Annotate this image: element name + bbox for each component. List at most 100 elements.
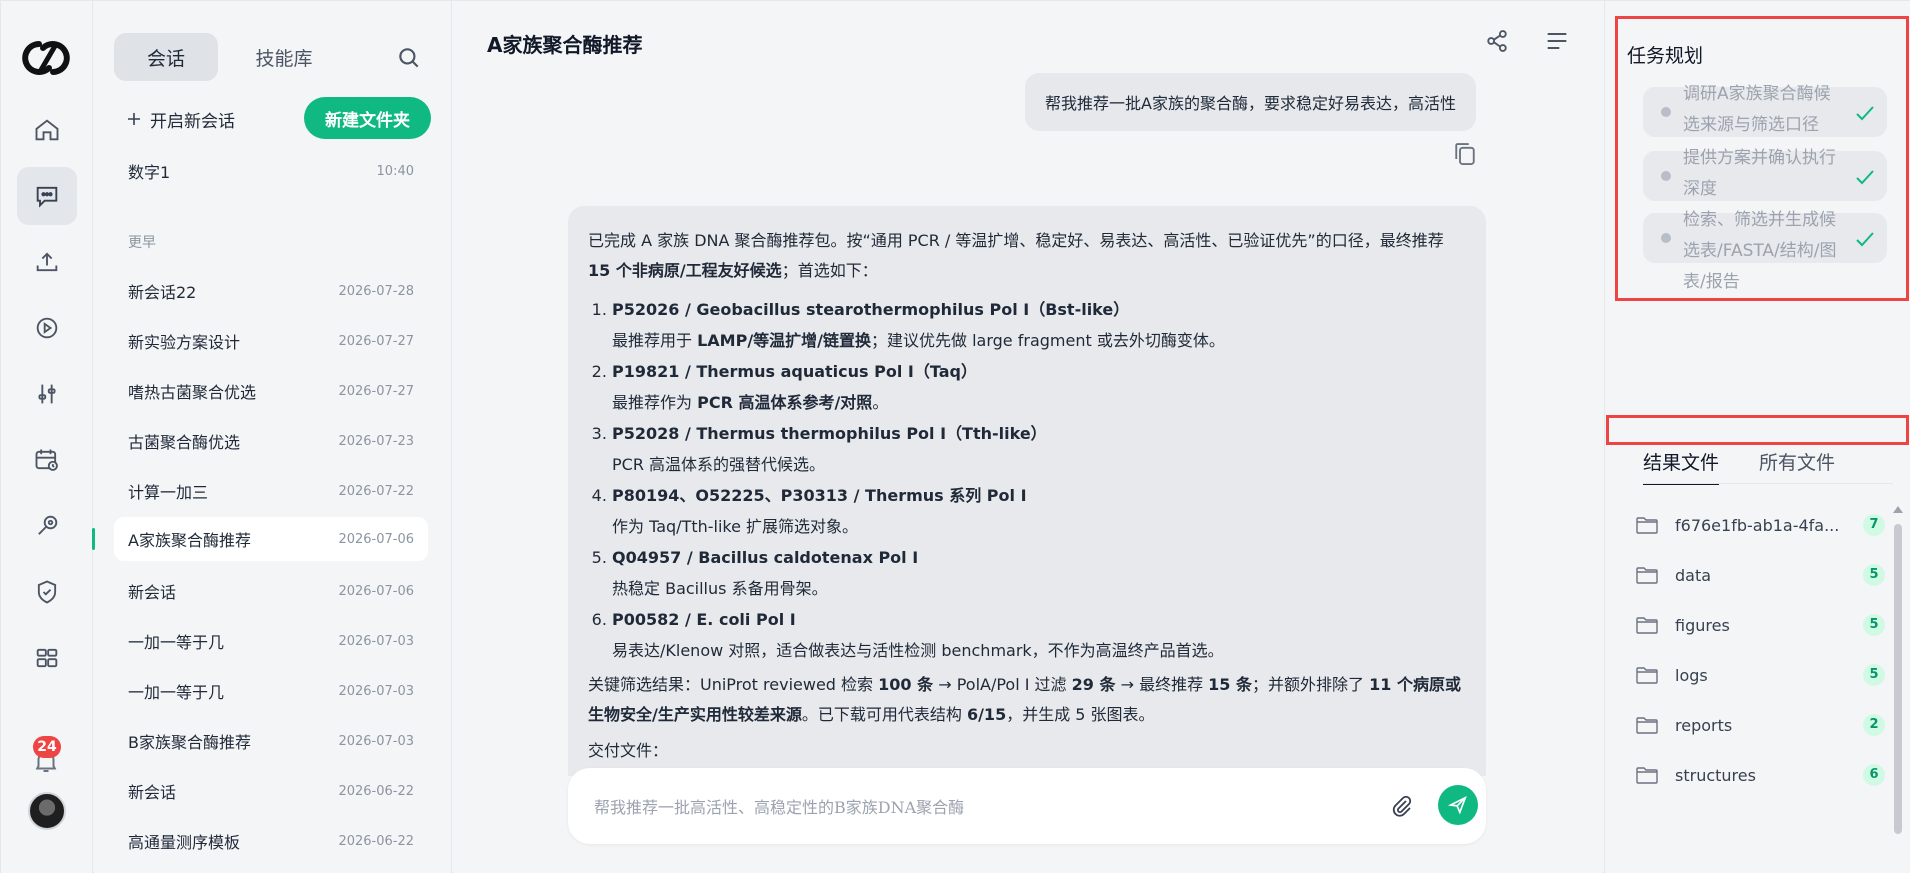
- conversation-sidebar: 会话 技能库 开启新会话 新建文件夹 数字1 10:40 更早 新会话22 202…: [94, 1, 452, 873]
- recommendation-item: P52028 / Thermus thermophilus Pol I（Tth-…: [612, 418, 1466, 480]
- conversation-title: 嗜热古菌聚合优选: [128, 383, 257, 402]
- tab-chat[interactable]: 会话: [114, 33, 218, 81]
- folder-icon: [1636, 767, 1658, 784]
- folder-name: figures: [1675, 615, 1730, 635]
- plus-icon: [128, 113, 140, 125]
- new-chat-label: 开启新会话: [150, 111, 235, 132]
- tab-skills[interactable]: 技能库: [224, 33, 344, 81]
- share-icon[interactable]: [1483, 27, 1511, 55]
- avatar[interactable]: [28, 792, 66, 830]
- highlight-box-tabs: [1606, 415, 1909, 445]
- grid-icon[interactable]: [17, 629, 77, 687]
- highlight-box-task-plan: [1615, 16, 1909, 301]
- chat-main: A家族聚合酶推荐 帮我推荐一批A家族的聚合酶，要求稳定好易表达，高活性 已完成 …: [453, 1, 1603, 873]
- conversation-date: 2026-07-27: [338, 383, 414, 399]
- conversation-item[interactable]: 古菌聚合酶优选 2026-07-23: [114, 419, 428, 463]
- filter-summary: 关键筛选结果：UniProt reviewed 检索 100 条 → PolA/…: [588, 675, 1461, 724]
- recommendation-item: P00582 / E. coli Pol I易表达/Klenow 对照，适合做表…: [612, 604, 1466, 666]
- folder-count: 6: [1863, 764, 1885, 786]
- search-icon[interactable]: [396, 45, 422, 71]
- conversation-title: A家族聚合酶推荐: [128, 531, 251, 550]
- folder-count: 2: [1863, 714, 1885, 736]
- folder-icon: [1636, 667, 1658, 684]
- conversation-title: 新会话: [128, 583, 177, 602]
- conversation-item[interactable]: 一加一等于几 2026-07-03: [114, 619, 428, 663]
- deliverables-label: 交付文件：: [588, 741, 669, 760]
- calendar-clock-icon[interactable]: [17, 431, 77, 489]
- input-placeholder: 帮我推荐一批高活性、高稳定性的B家族DNA聚合酶: [594, 798, 965, 817]
- play-circle-icon[interactable]: [17, 299, 77, 357]
- conversation-time: 10:40: [376, 163, 414, 179]
- conversation-date: 2026-07-03: [338, 683, 414, 699]
- recommendation-item: Q04957 / Bacillus caldotenax Pol I热稳定 Ba…: [612, 542, 1466, 604]
- folder-name: reports: [1675, 715, 1733, 735]
- folder-icon: [1636, 617, 1658, 634]
- recommendation-item: P52026 / Geobacillus stearothermophilus …: [612, 294, 1466, 356]
- conversation-title: 新实验方案设计: [128, 333, 241, 352]
- assistant-message: 已完成 A 家族 DNA 聚合酶推荐包。按“通用 PCR / 等温扩增、稳定好、…: [568, 206, 1486, 776]
- attach-icon[interactable]: [1390, 794, 1414, 818]
- folder-count: 5: [1863, 664, 1885, 686]
- conversation-title: 一加一等于几: [128, 683, 225, 702]
- conversation-date: 2026-07-28: [338, 283, 414, 299]
- conversation-item[interactable]: 新实验方案设计 2026-07-27: [114, 319, 428, 363]
- folder-item[interactable]: structures 6: [1635, 759, 1885, 791]
- conversation-date: 2026-06-22: [338, 833, 414, 849]
- conversation-date: 2026-07-03: [338, 733, 414, 749]
- new-chat-button[interactable]: 开启新会话: [126, 106, 235, 132]
- upload-icon[interactable]: [17, 233, 77, 291]
- folder-count: 7: [1863, 514, 1885, 536]
- conversation-item[interactable]: 嗜热古菌聚合优选 2026-07-27: [114, 369, 428, 413]
- notification-bell[interactable]: 24: [29, 736, 65, 776]
- folder-item[interactable]: logs 5: [1635, 659, 1885, 691]
- conversation-item[interactable]: 新会话 2026-06-22: [114, 769, 428, 813]
- conversation-date: 2026-07-06: [338, 531, 414, 547]
- recommendation-item: P80194、O52225、P30313 / Thermus 系列 Pol I作…: [612, 480, 1466, 542]
- active-conversation-indicator: [92, 528, 95, 550]
- tab-all-files[interactable]: 所有文件: [1759, 448, 1835, 485]
- home-icon[interactable]: [17, 101, 77, 159]
- conversation-item-pinned[interactable]: 数字1 10:40: [114, 149, 428, 193]
- conversation-title: 古菌聚合酶优选: [128, 433, 241, 452]
- shield-check-icon[interactable]: [17, 563, 77, 621]
- sliders-icon[interactable]: [17, 365, 77, 423]
- scroll-up-arrow[interactable]: [1893, 506, 1903, 513]
- folder-item[interactable]: data 5: [1635, 559, 1885, 591]
- message-input[interactable]: 帮我推荐一批高活性、高稳定性的B家族DNA聚合酶: [568, 768, 1486, 844]
- section-earlier-label: 更早: [128, 235, 156, 251]
- stethoscope-icon[interactable]: [17, 497, 77, 555]
- conversation-item[interactable]: 一加一等于几 2026-07-03: [114, 669, 428, 713]
- app-logo-icon[interactable]: [19, 36, 75, 80]
- tabs-divider: [1643, 483, 1893, 484]
- conversation-title: B家族聚合酶推荐: [128, 733, 251, 752]
- icon-rail: 24: [1, 1, 93, 873]
- conversation-item[interactable]: 新会话22 2026-07-28: [114, 269, 428, 313]
- scroll-thumb[interactable]: [1894, 524, 1902, 834]
- folder-item[interactable]: reports 2: [1635, 709, 1885, 741]
- folder-item[interactable]: f676e1fb-ab1a-4fa... 7: [1635, 509, 1885, 541]
- list-menu-icon[interactable]: [1543, 27, 1571, 55]
- answer-intro: 已完成 A 家族 DNA 聚合酶推荐包。按“通用 PCR / 等温扩增、稳定好、…: [588, 231, 1444, 280]
- right-panel: 任务规划 调研A家族聚合酶候选来源与筛选口径 提供方案并确认执行深度 检索、筛选…: [1604, 1, 1910, 873]
- chat-icon[interactable]: [17, 167, 77, 225]
- folder-item[interactable]: figures 5: [1635, 609, 1885, 641]
- conversation-item[interactable]: 新会话 2026-07-06: [114, 569, 428, 613]
- conversation-item[interactable]: B家族聚合酶推荐 2026-07-03: [114, 719, 428, 763]
- conversation-item-active[interactable]: A家族聚合酶推荐 2026-07-06: [114, 517, 428, 561]
- file-list-scrollbar[interactable]: [1890, 506, 1904, 836]
- conversation-date: 2026-07-03: [338, 633, 414, 649]
- conversation-item[interactable]: 高通量测序模板 2026-06-22: [114, 819, 428, 863]
- folder-icon: [1636, 567, 1658, 584]
- folder-count: 5: [1863, 564, 1885, 586]
- send-icon: [1447, 795, 1467, 815]
- send-button[interactable]: [1438, 785, 1478, 825]
- notification-badge: 24: [33, 736, 61, 758]
- recommendation-list: P52026 / Geobacillus stearothermophilus …: [612, 294, 1466, 666]
- copy-icon[interactable]: [1450, 139, 1480, 169]
- tab-result-files[interactable]: 结果文件: [1643, 448, 1720, 485]
- folder-name: structures: [1675, 765, 1756, 785]
- conversation-item[interactable]: 计算一加三 2026-07-22: [114, 469, 428, 513]
- folder-icon: [1636, 717, 1658, 734]
- app-window: 24 会话 技能库 开启新会话 新建文件夹 数字1 10:40 更早 新会话22…: [0, 0, 1910, 873]
- new-folder-button[interactable]: 新建文件夹: [304, 97, 431, 139]
